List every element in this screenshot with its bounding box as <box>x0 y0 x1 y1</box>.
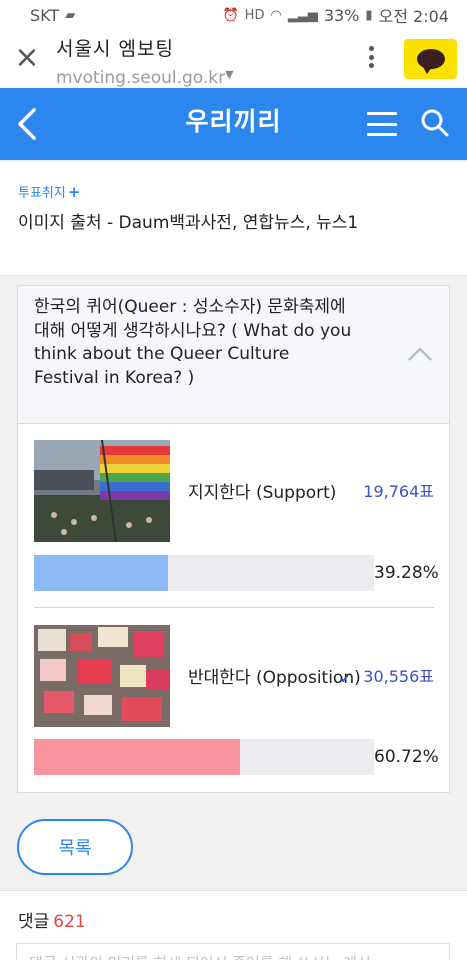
kakao-share-button[interactable] <box>404 39 457 79</box>
signal-icon: ▂▃▅ <box>287 7 318 23</box>
poll-card: 한국의 퀴어(Queer : 성소수자) 문화축제에 대해 어떻게 생각하시나요… <box>17 285 450 793</box>
chevron-up-icon[interactable] <box>407 346 433 362</box>
opposition-vote-count: 30,556표 <box>363 667 434 686</box>
menu-icon[interactable] <box>367 112 397 136</box>
browser-url[interactable]: mvoting.seoul.go.kr▼ <box>56 68 234 88</box>
opposition-progress-fill <box>34 739 241 775</box>
close-icon[interactable]: × <box>12 43 42 74</box>
comments-title: 댓글 <box>18 912 50 932</box>
chevron-down-icon: ▼ <box>225 68 234 81</box>
opposition-percent: 60.72% <box>374 747 439 767</box>
poll-question: 한국의 퀴어(Queer : 성소수자) 문화축제에 대해 어떻게 생각하시나요… <box>34 297 352 388</box>
support-percent: 39.28% <box>374 563 439 583</box>
comments-heading: 댓글 621 <box>18 907 86 932</box>
poll-question-header[interactable]: 한국의 퀴어(Queer : 성소수자) 문화축제에 대해 어떻게 생각하시나요… <box>18 286 449 424</box>
list-button[interactable]: 목록 <box>17 819 133 875</box>
carrier-label: SKT <box>30 5 60 25</box>
wifi-icon: ◠ <box>270 7 282 23</box>
clock: 오전 2:04 <box>378 7 449 26</box>
status-bar: SKT ▰ ⏰ HD ◠ ▂▃▅ 33% ▮ 오전 2:04 <box>0 0 467 30</box>
opposition-option-photo <box>34 625 170 727</box>
image-source-text: 이미지 출처 - Daum백과사전, 연합뉴스, 뉴스1 <box>18 213 359 233</box>
poll-info-section: 투표취지 + 이미지 출처 - Daum백과사전, 연합뉴스, 뉴스1 <box>0 162 467 276</box>
kakao-talk-icon <box>416 49 445 74</box>
url-text: mvoting.seoul.go.kr <box>56 68 226 88</box>
vote-cancel-label: 투표취지 <box>18 186 66 201</box>
support-option-photo <box>34 440 170 542</box>
back-arrow-icon[interactable] <box>14 106 44 142</box>
support-vote-count: 19,764표 <box>363 482 434 501</box>
hd-voice-icon: HD <box>244 7 265 23</box>
plus-icon: + <box>67 183 81 201</box>
vote-cancel-link[interactable]: 투표취지 + <box>18 182 80 201</box>
option-divider <box>34 607 434 608</box>
comments-section: 댓글621 댓글 서관의 미리를 하세 되어시 즐어를 해 쓰시는 게시 <box>0 890 467 960</box>
comments-count: 621 <box>53 912 86 932</box>
support-progress-bar <box>34 555 374 591</box>
alarm-icon: ⏰ <box>222 7 239 23</box>
comment-input[interactable]: 댓글 서관의 미리를 하세 되어시 즐어를 해 쓰시는 게시 <box>16 943 450 960</box>
browser-page-title: 서울시 엠보팅 <box>56 38 174 60</box>
chat-notification-icon: ▰ <box>65 7 76 23</box>
opposition-option-label[interactable]: 반대한다 (Opposition) <box>188 663 361 688</box>
browser-toolbar: × 서울시 엠보팅 mvoting.seoul.go.kr▼ <box>0 30 467 88</box>
battery-icon: ▮ <box>365 7 373 23</box>
support-progress-fill <box>34 555 168 591</box>
support-option-label[interactable]: 지지한다 (Support) <box>188 478 336 503</box>
opposition-progress-bar <box>34 739 374 775</box>
battery-percent: 33% <box>323 5 360 25</box>
search-icon[interactable] <box>420 108 450 138</box>
more-options-icon[interactable] <box>362 42 380 72</box>
app-header: 우리끼리 <box>0 88 467 160</box>
